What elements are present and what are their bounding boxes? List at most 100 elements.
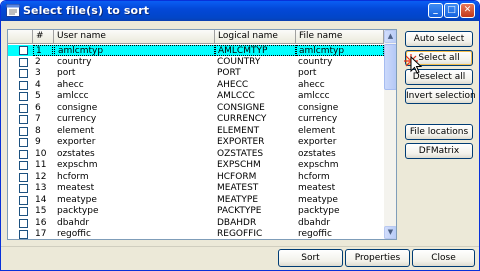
file-locations-button[interactable]: File locations [405,124,473,140]
close-window-button[interactable]: ✕ [460,3,475,18]
table-row[interactable]: 14 meatype MEATYPE meatype [8,195,384,206]
minimize-button[interactable]: _ [428,3,443,18]
vertical-scrollbar[interactable]: ▲ ▼ [384,30,396,239]
row-number: 6 [35,102,41,113]
row-checkbox[interactable] [19,230,28,239]
header-checkbox-column[interactable] [8,30,33,44]
row-file-name: regoffic [298,229,332,239]
table-row[interactable]: 12 hcform HCFORM hcform [8,172,384,183]
row-checkbox[interactable] [19,46,28,55]
header-user-name[interactable]: User name [54,30,215,44]
minimize-icon: _ [433,5,438,15]
invert-selection-button[interactable]: Invert selection [405,88,476,104]
scroll-up-arrow[interactable]: ▲ [384,30,396,43]
row-user-name: packtype [57,206,99,216]
row-logical-name: PACKTYPE [217,206,262,216]
row-checkbox[interactable] [19,103,28,113]
row-number: 16 [35,217,47,228]
row-logical-name: OZSTATES [217,148,264,159]
row-checkbox[interactable] [19,207,28,216]
dfmatrix-button[interactable]: DFMatrix [405,143,473,159]
row-file-name: meatype [298,194,338,205]
row-number: 10 [35,148,47,159]
table-row[interactable]: 2 country COUNTRY country [8,57,384,68]
table-row[interactable]: 10 ozstates OZSTATES ozstates [8,149,384,160]
sort-dialog-window: Select file(s) to sort _ □ ✕ # User name… [0,0,480,271]
row-number: 14 [35,194,47,205]
row-checkbox[interactable] [19,218,28,228]
row-checkbox[interactable] [19,69,28,78]
row-logical-name: EXPSCHM [217,160,261,170]
row-number: 4 [35,79,41,90]
table-row[interactable]: 16 dbahdr DBAHDR dbahdr [8,218,384,229]
table-row[interactable]: 4 ahecc AHECC ahecc [8,80,384,91]
app-icon [6,4,20,17]
table-row[interactable]: 6 consigne CONSIGNE consigne [8,103,384,114]
table-row[interactable]: 3 port PORT port [8,68,384,79]
table-row[interactable]: 8 element ELEMENT element [8,126,384,137]
row-user-name: consigne [57,102,98,113]
row-logical-name: COUNTRY [217,56,261,67]
row-number: 1 [33,45,53,56]
row-logical-name: MEATEST [217,183,259,193]
row-checkbox[interactable] [19,184,28,193]
table-row[interactable]: 13 meatest MEATEST meatest [8,183,384,194]
row-checkbox[interactable] [19,138,28,147]
row-file-name: port [298,68,317,78]
row-checkbox[interactable] [19,92,28,101]
table-row[interactable]: 17 regoffic REGOFFIC regoffic [8,229,384,239]
row-checkbox[interactable] [19,149,28,159]
row-logical-name: CURRENCY [217,114,267,124]
row-file-name: currency [298,114,338,124]
row-checkbox[interactable] [19,115,28,124]
scroll-thumb[interactable] [384,44,396,90]
row-checkbox[interactable] [19,172,28,182]
properties-button[interactable]: Properties [345,249,410,267]
sort-button[interactable]: Sort [278,249,343,267]
title-bar[interactable]: Select file(s) to sort _ □ ✕ [1,1,479,21]
row-logical-name: HCFORM [217,171,257,182]
row-user-name: hcform [57,171,89,182]
row-user-name: element [57,125,95,136]
row-user-name: meatest [57,183,95,193]
table-row[interactable]: 9 exporter EXPORTER exporter [8,137,384,148]
table-row[interactable]: 15 packtype PACKTYPE packtype [8,206,384,217]
row-file-name: meatest [298,183,336,193]
table-row[interactable]: 1 amlcmtyp AMLCMTYP amlcmtyp [8,45,384,56]
row-file-name: country [298,56,333,67]
row-user-name: expschm [57,160,98,170]
row-file-name: packtype [298,206,340,216]
up-arrow-icon: ▲ [387,32,394,40]
header-file-name[interactable]: File name [296,30,384,44]
row-file-name: hcform [298,171,330,182]
row-user-name: ahecc [57,79,84,90]
scroll-down-arrow[interactable]: ▼ [384,226,396,239]
table-row[interactable]: 5 amlccc AMLCCC amlccc [8,91,384,102]
file-grid[interactable]: # User name Logical name File name 1 amlc… [7,29,397,240]
row-number: 9 [35,137,41,147]
row-number: 12 [35,171,47,182]
row-checkbox[interactable] [19,126,28,136]
table-row[interactable]: 11 expschm EXPSCHM expschm [8,160,384,171]
row-user-name: dbahdr [57,217,90,228]
row-number: 7 [35,114,41,124]
auto-select-button[interactable]: Auto select [405,31,473,47]
row-number: 8 [35,125,41,136]
row-file-name: ozstates [298,148,336,159]
row-checkbox[interactable] [19,57,28,67]
row-user-name: regoffic [57,229,91,239]
row-file-name: exporter [298,137,337,147]
row-checkbox[interactable] [19,195,28,205]
close-button[interactable]: Close [412,249,475,267]
maximize-button[interactable]: □ [444,3,459,18]
header-logical-name[interactable]: Logical name [215,30,296,44]
mouse-cursor-icon [410,56,423,74]
row-number: 2 [35,56,41,67]
row-logical-name: MEATYPE [217,194,259,205]
row-number: 11 [35,160,47,170]
row-checkbox[interactable] [19,80,28,90]
row-logical-name: PORT [217,68,241,78]
table-row[interactable]: 7 currency CURRENCY currency [8,114,384,125]
header-number[interactable]: # [33,30,54,44]
row-checkbox[interactable] [19,161,28,170]
